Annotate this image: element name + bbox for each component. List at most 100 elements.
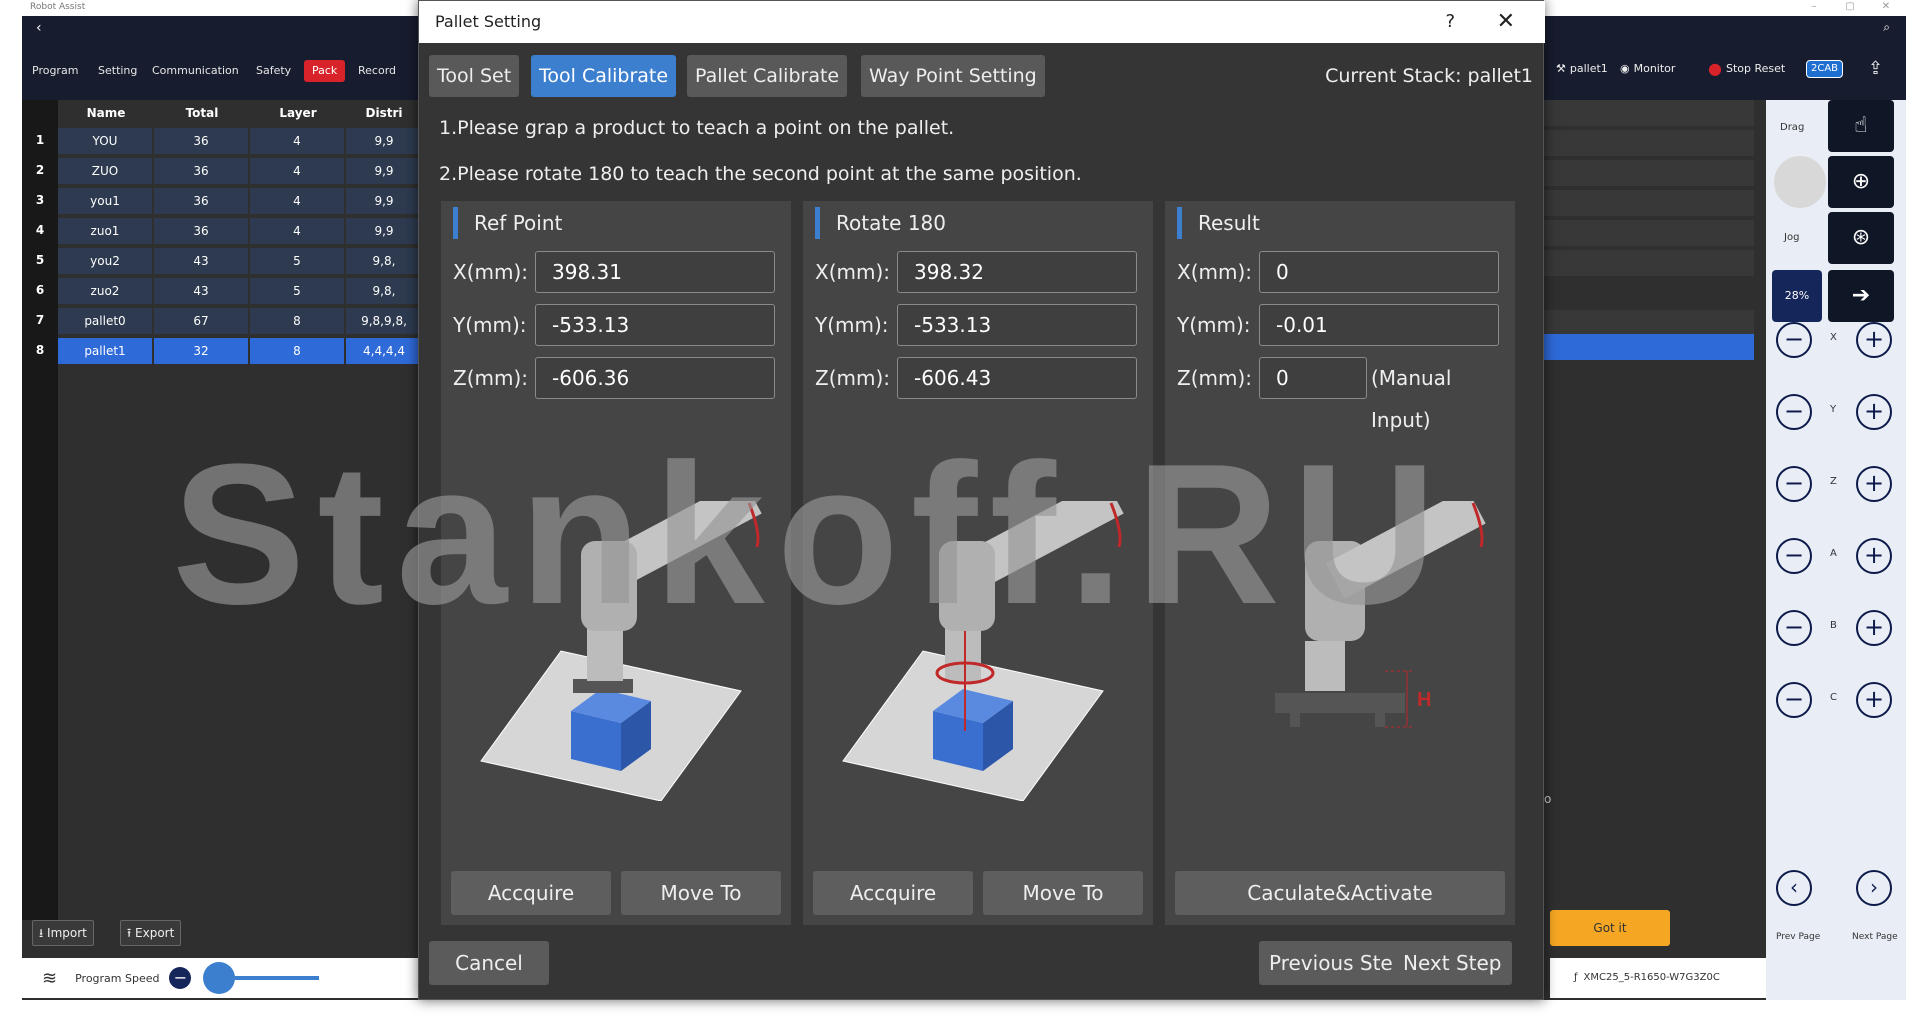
next-page-icon[interactable]: ›: [1856, 870, 1892, 906]
tab-pallet-calibrate[interactable]: Pallet Calibrate: [687, 55, 848, 97]
row-number: 4: [22, 216, 58, 244]
cell-total: 43: [154, 248, 248, 274]
globe-icon[interactable]: ⊛: [1828, 212, 1894, 264]
stop-reset-button[interactable]: ● Stop Reset: [1708, 56, 1785, 82]
jog-plus-icon[interactable]: +: [1856, 538, 1892, 574]
result-x-field[interactable]: 0: [1259, 251, 1499, 293]
jog-plus-icon[interactable]: +: [1856, 322, 1892, 358]
close-icon[interactable]: ✕: [1497, 1, 1515, 43]
cell-total: 36: [154, 218, 248, 244]
help-icon[interactable]: ?: [1445, 1, 1455, 43]
calculate-activate-button[interactable]: Caculate&Activate: [1175, 871, 1505, 915]
pallet-status[interactable]: ⚒ pallet1: [1556, 56, 1608, 82]
list-item: [1544, 160, 1754, 186]
table-row[interactable]: 2 ZUO 36 4 9,9: [22, 156, 422, 184]
speed-decrease-icon[interactable]: −: [169, 967, 192, 989]
rotate-z-field[interactable]: -606.43: [897, 357, 1137, 399]
add-point-icon[interactable]: ⊕: [1828, 156, 1894, 208]
row-number: 3: [22, 186, 58, 214]
search-icon[interactable]: ⌕: [1883, 20, 1890, 35]
jog-minus-icon[interactable]: −: [1776, 682, 1812, 718]
cell-total: 67: [154, 308, 248, 334]
list-item: [1544, 220, 1754, 246]
cell-layer: 8: [250, 308, 344, 334]
cell-distri: 9,9: [346, 218, 422, 244]
next-step-button[interactable]: Next Step: [1393, 941, 1512, 985]
dialog-title: Pallet Setting: [435, 12, 542, 31]
cancel-button[interactable]: Cancel: [429, 941, 549, 985]
ref-y-field[interactable]: -533.13: [535, 304, 775, 346]
tab-tool-set[interactable]: Tool Set: [429, 55, 520, 97]
speed-slider[interactable]: [203, 962, 320, 994]
drag-hand-icon[interactable]: ☝: [1828, 100, 1894, 152]
speed-slider-thumb[interactable]: [203, 962, 236, 994]
maximize-icon[interactable]: ▢: [1838, 0, 1862, 14]
table-row[interactable]: 1 YOU 36 4 9,9: [22, 126, 422, 154]
export-button[interactable]: ⭱ Export: [120, 920, 182, 946]
jog-minus-icon[interactable]: −: [1776, 610, 1812, 646]
cell-total: 36: [154, 188, 248, 214]
manual-input-note: (Manual Input): [1371, 366, 1452, 432]
rotate-y-field[interactable]: -533.13: [897, 304, 1137, 346]
ref-acquire-button[interactable]: Accquire: [451, 871, 611, 915]
cell-distri: 9,9: [346, 128, 422, 154]
jog-plus-icon[interactable]: +: [1856, 394, 1892, 430]
nav-safety[interactable]: Safety: [256, 60, 291, 82]
dialog-titlebar: Pallet Setting ? ✕: [419, 1, 1545, 43]
table-row[interactable]: 8 pallet1 32 8 4,4,4,4: [22, 336, 422, 364]
rotate-x-field[interactable]: 398.32: [897, 251, 1137, 293]
rotate-180-illustration: [842, 501, 1124, 801]
ref-z-field[interactable]: -606.36: [535, 357, 775, 399]
nav-record[interactable]: Record: [358, 60, 396, 82]
jog-minus-icon[interactable]: −: [1776, 394, 1812, 430]
list-item: [1544, 190, 1754, 216]
cell-distri: 9,8,: [346, 278, 422, 304]
window-close-icon[interactable]: ✕: [1874, 0, 1898, 14]
axis-label: B: [1830, 620, 1837, 631]
result-z-field[interactable]: 0: [1259, 357, 1367, 399]
arrow-right-icon[interactable]: ➔: [1828, 270, 1894, 322]
instruction-step-1: 1.Please grap a product to teach a point…: [439, 117, 955, 139]
ref-x-field[interactable]: 398.31: [535, 251, 775, 293]
nav-pack[interactable]: Pack: [304, 60, 346, 82]
jog-minus-icon[interactable]: −: [1776, 322, 1812, 358]
drag-toggle[interactable]: [1774, 156, 1826, 208]
cell-layer: 5: [250, 248, 344, 274]
table-row[interactable]: 7 pallet0 67 8 9,8,9,8,: [22, 306, 422, 334]
rotate-move-to-button[interactable]: Move To: [983, 871, 1143, 915]
table-row[interactable]: 3 you1 36 4 9,9: [22, 186, 422, 214]
cell-distri: 4,4,4,4: [346, 338, 422, 364]
nav-setting[interactable]: Setting: [98, 60, 137, 82]
jog-speed[interactable]: 28%: [1772, 270, 1822, 322]
rotate-acquire-button[interactable]: Accquire: [813, 871, 973, 915]
got-it-button[interactable]: Got it: [1550, 910, 1670, 946]
nav-program[interactable]: Program: [32, 60, 78, 82]
table-row[interactable]: 6 zuo2 43 5 9,8,: [22, 276, 422, 304]
import-button[interactable]: ⭳ Import: [32, 920, 94, 946]
cell-layer: 4: [250, 218, 344, 244]
back-arrow-icon[interactable]: ‹: [36, 20, 42, 36]
ref-point-illustration: [480, 501, 762, 801]
jog-plus-icon[interactable]: +: [1856, 610, 1892, 646]
tab-way-point-setting[interactable]: Way Point Setting: [861, 55, 1045, 97]
cell-layer: 4: [250, 158, 344, 184]
jog-minus-icon[interactable]: −: [1776, 466, 1812, 502]
monitor-button[interactable]: ◉ Monitor: [1620, 56, 1675, 82]
jog-plus-icon[interactable]: +: [1856, 466, 1892, 502]
minimize-icon[interactable]: –: [1802, 0, 1826, 14]
table-row[interactable]: 4 zuo1 36 4 9,9: [22, 216, 422, 244]
jog-minus-icon[interactable]: −: [1776, 538, 1812, 574]
export-share-icon[interactable]: ⇪: [1868, 56, 1883, 82]
nav-communication[interactable]: Communication: [152, 60, 239, 82]
jog-plus-icon[interactable]: +: [1856, 682, 1892, 718]
x-label: X(mm):: [815, 260, 891, 284]
table-row[interactable]: 5 you2 43 5 9,8,: [22, 246, 422, 274]
pallet-setting-dialog: Pallet Setting ? ✕ Tool Set Tool Calibra…: [418, 0, 1545, 1000]
robot-arm-icon: ⚒: [1556, 62, 1566, 75]
previous-step-button[interactable]: Previous Step: [1259, 941, 1416, 985]
result-y-field[interactable]: -0.01: [1259, 304, 1499, 346]
ref-move-to-button[interactable]: Move To: [621, 871, 781, 915]
program-speed-label: Program Speed: [75, 971, 160, 985]
tab-tool-calibrate[interactable]: Tool Calibrate: [531, 55, 677, 97]
prev-page-icon[interactable]: ‹: [1776, 870, 1812, 906]
